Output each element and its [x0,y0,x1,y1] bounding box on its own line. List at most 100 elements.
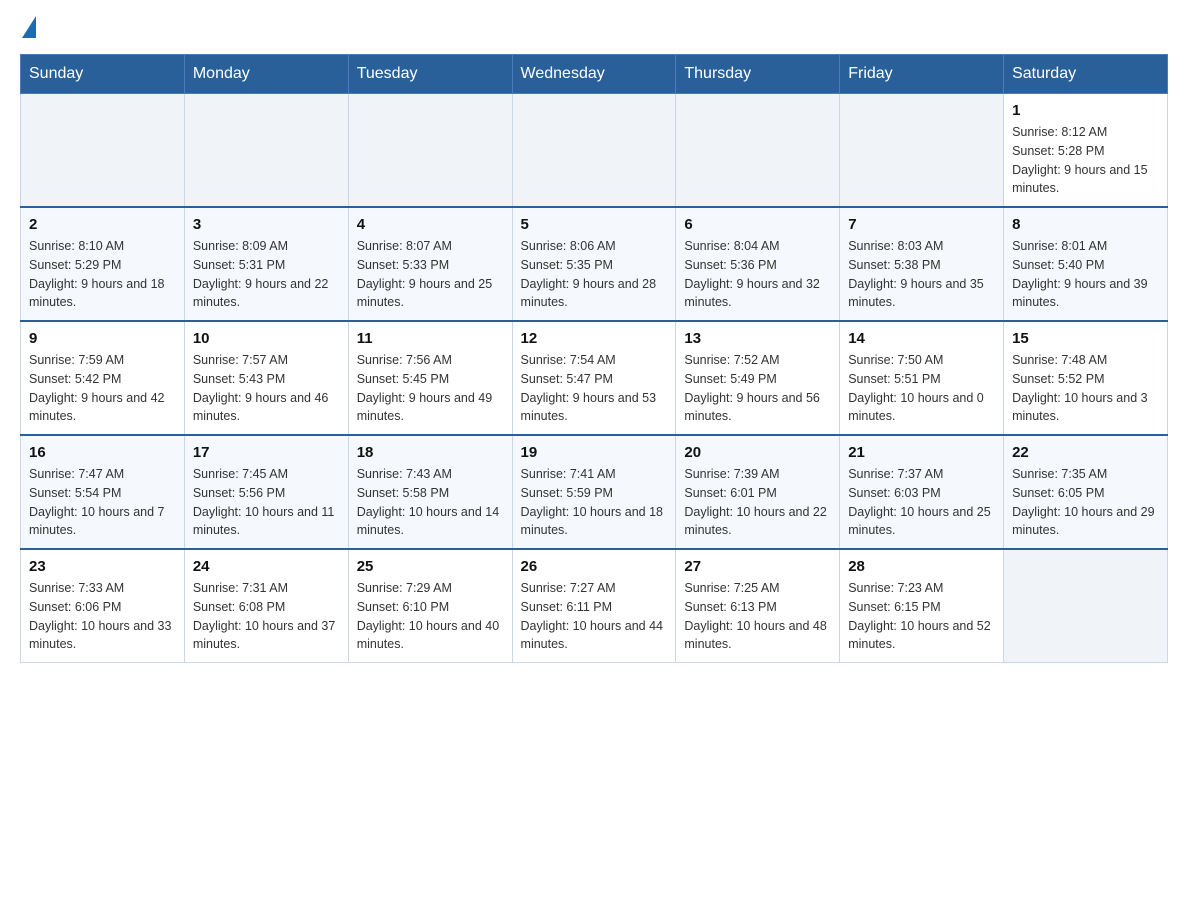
day-info: Sunrise: 8:12 AMSunset: 5:28 PMDaylight:… [1012,123,1159,198]
day-info: Sunrise: 7:37 AMSunset: 6:03 PMDaylight:… [848,465,995,540]
calendar-day-cell [840,94,1004,208]
calendar-header-row: Sunday Monday Tuesday Wednesday Thursday… [21,55,1168,94]
calendar-day-cell: 25 Sunrise: 7:29 AMSunset: 6:10 PMDayligh… [348,549,512,663]
col-sunday: Sunday [21,55,185,94]
calendar-week-row: 2 Sunrise: 8:10 AMSunset: 5:29 PMDaylight… [21,207,1168,321]
calendar-day-cell: 12 Sunrise: 7:54 AMSunset: 5:47 PMDayligh… [512,321,676,435]
day-info: Sunrise: 8:07 AMSunset: 5:33 PMDaylight:… [357,237,504,312]
day-number: 17 [193,444,340,461]
day-info: Sunrise: 7:47 AMSunset: 5:54 PMDaylight:… [29,465,176,540]
day-number: 9 [29,330,176,347]
col-saturday: Saturday [1004,55,1168,94]
calendar-day-cell: 6 Sunrise: 8:04 AMSunset: 5:36 PMDaylight… [676,207,840,321]
calendar-week-row: 23 Sunrise: 7:33 AMSunset: 6:06 PMDayligh… [21,549,1168,663]
day-number: 20 [684,444,831,461]
day-number: 12 [521,330,668,347]
calendar-day-cell: 23 Sunrise: 7:33 AMSunset: 6:06 PMDayligh… [21,549,185,663]
calendar-day-cell [21,94,185,208]
calendar-day-cell: 13 Sunrise: 7:52 AMSunset: 5:49 PMDayligh… [676,321,840,435]
calendar-day-cell: 3Sunrise: 8:09 AMSunset: 5:31 PMDaylight… [184,207,348,321]
calendar-day-cell: 9 Sunrise: 7:59 AMSunset: 5:42 PMDaylight… [21,321,185,435]
calendar-day-cell: 27Sunrise: 7:25 AMSunset: 6:13 PMDayligh… [676,549,840,663]
calendar-day-cell [1004,549,1168,663]
calendar-table: Sunday Monday Tuesday Wednesday Thursday… [20,54,1168,663]
calendar-day-cell: 1 Sunrise: 8:12 AMSunset: 5:28 PMDaylight… [1004,94,1168,208]
logo [20,20,38,38]
calendar-day-cell: 26Sunrise: 7:27 AMSunset: 6:11 PMDayligh… [512,549,676,663]
day-number: 26 [521,558,668,575]
day-info: Sunrise: 7:59 AMSunset: 5:42 PMDaylight:… [29,351,176,426]
calendar-day-cell: 28Sunrise: 7:23 AMSunset: 6:15 PMDayligh… [840,549,1004,663]
day-info: Sunrise: 7:43 AMSunset: 5:58 PMDaylight:… [357,465,504,540]
day-number: 24 [193,558,340,575]
day-number: 14 [848,330,995,347]
day-number: 15 [1012,330,1159,347]
day-info: Sunrise: 8:09 AMSunset: 5:31 PMDaylight:… [193,237,340,312]
day-number: 19 [521,444,668,461]
day-info: Sunrise: 8:10 AMSunset: 5:29 PMDaylight:… [29,237,176,312]
day-number: 22 [1012,444,1159,461]
calendar-day-cell [512,94,676,208]
day-number: 16 [29,444,176,461]
day-info: Sunrise: 7:56 AMSunset: 5:45 PMDaylight:… [357,351,504,426]
calendar-day-cell: 16 Sunrise: 7:47 AMSunset: 5:54 PMDayligh… [21,435,185,549]
calendar-week-row: 16 Sunrise: 7:47 AMSunset: 5:54 PMDayligh… [21,435,1168,549]
day-info: Sunrise: 8:01 AMSunset: 5:40 PMDaylight:… [1012,237,1159,312]
day-info: Sunrise: 7:45 AMSunset: 5:56 PMDaylight:… [193,465,340,540]
day-info: Sunrise: 7:57 AMSunset: 5:43 PMDaylight:… [193,351,340,426]
day-info: Sunrise: 7:39 AMSunset: 6:01 PMDaylight:… [684,465,831,540]
col-monday: Monday [184,55,348,94]
day-number: 1 [1012,102,1159,119]
day-info: Sunrise: 7:52 AMSunset: 5:49 PMDaylight:… [684,351,831,426]
day-number: 6 [684,216,831,233]
calendar-day-cell: 17 Sunrise: 7:45 AMSunset: 5:56 PMDayligh… [184,435,348,549]
day-info: Sunrise: 7:31 AMSunset: 6:08 PMDaylight:… [193,579,340,654]
day-info: Sunrise: 8:03 AMSunset: 5:38 PMDaylight:… [848,237,995,312]
calendar-day-cell: 8 Sunrise: 8:01 AMSunset: 5:40 PMDaylight… [1004,207,1168,321]
calendar-day-cell: 2 Sunrise: 8:10 AMSunset: 5:29 PMDaylight… [21,207,185,321]
col-wednesday: Wednesday [512,55,676,94]
calendar-day-cell: 4 Sunrise: 8:07 AMSunset: 5:33 PMDaylight… [348,207,512,321]
day-number: 11 [357,330,504,347]
page-header [20,20,1168,38]
day-info: Sunrise: 8:06 AMSunset: 5:35 PMDaylight:… [521,237,668,312]
day-info: Sunrise: 7:48 AMSunset: 5:52 PMDaylight:… [1012,351,1159,426]
day-info: Sunrise: 7:54 AMSunset: 5:47 PMDaylight:… [521,351,668,426]
day-number: 2 [29,216,176,233]
calendar-week-row: 1 Sunrise: 8:12 AMSunset: 5:28 PMDaylight… [21,94,1168,208]
col-tuesday: Tuesday [348,55,512,94]
calendar-day-cell [184,94,348,208]
col-thursday: Thursday [676,55,840,94]
logo-triangle-icon [22,16,36,38]
day-info: Sunrise: 7:41 AMSunset: 5:59 PMDaylight:… [521,465,668,540]
day-number: 13 [684,330,831,347]
day-info: Sunrise: 7:50 AMSunset: 5:51 PMDaylight:… [848,351,995,426]
calendar-day-cell [676,94,840,208]
day-info: Sunrise: 7:35 AMSunset: 6:05 PMDaylight:… [1012,465,1159,540]
calendar-day-cell: 11 Sunrise: 7:56 AMSunset: 5:45 PMDayligh… [348,321,512,435]
day-info: Sunrise: 8:04 AMSunset: 5:36 PMDaylight:… [684,237,831,312]
calendar-day-cell: 20 Sunrise: 7:39 AMSunset: 6:01 PMDayligh… [676,435,840,549]
day-number: 21 [848,444,995,461]
day-number: 5 [521,216,668,233]
day-info: Sunrise: 7:25 AMSunset: 6:13 PMDaylight:… [684,579,831,654]
day-number: 7 [848,216,995,233]
calendar-day-cell: 21 Sunrise: 7:37 AMSunset: 6:03 PMDayligh… [840,435,1004,549]
calendar-day-cell [348,94,512,208]
calendar-day-cell: 19 Sunrise: 7:41 AMSunset: 5:59 PMDayligh… [512,435,676,549]
calendar-day-cell: 22 Sunrise: 7:35 AMSunset: 6:05 PMDayligh… [1004,435,1168,549]
day-number: 18 [357,444,504,461]
col-friday: Friday [840,55,1004,94]
day-number: 23 [29,558,176,575]
day-number: 8 [1012,216,1159,233]
day-number: 4 [357,216,504,233]
day-number: 10 [193,330,340,347]
day-info: Sunrise: 7:33 AMSunset: 6:06 PMDaylight:… [29,579,176,654]
calendar-day-cell: 14 Sunrise: 7:50 AMSunset: 5:51 PMDayligh… [840,321,1004,435]
day-number: 25 [357,558,504,575]
calendar-week-row: 9 Sunrise: 7:59 AMSunset: 5:42 PMDaylight… [21,321,1168,435]
calendar-day-cell: 15 Sunrise: 7:48 AMSunset: 5:52 PMDayligh… [1004,321,1168,435]
day-number: 28 [848,558,995,575]
day-info: Sunrise: 7:29 AMSunset: 6:10 PMDaylight:… [357,579,504,654]
calendar-day-cell: 18 Sunrise: 7:43 AMSunset: 5:58 PMDayligh… [348,435,512,549]
